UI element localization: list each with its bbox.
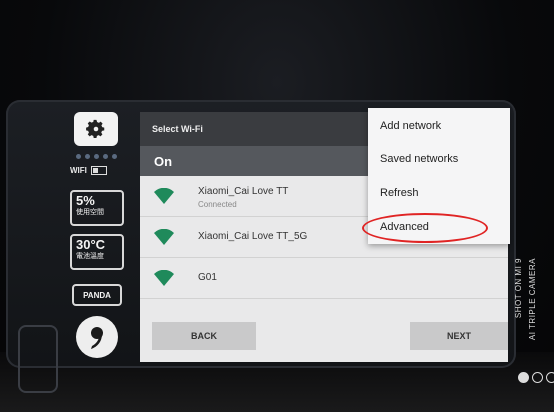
- comma-logo-icon: [91, 327, 103, 349]
- menu-item-saved-networks[interactable]: Saved networks: [380, 153, 458, 165]
- status-panel: WIFI 5% 使用空間 30°C 電池溫度 PANDA: [66, 108, 128, 360]
- network-name: Xiaomi_Cai Love TT_5G: [198, 231, 308, 242]
- camera-watermark-icon: [518, 372, 554, 383]
- wifi-toggle-state: On: [154, 154, 173, 169]
- page-title: Select Wi-Fi: [152, 124, 203, 134]
- wifi-label: WIFI: [70, 166, 87, 175]
- back-button[interactable]: BACK: [152, 322, 256, 350]
- temperature-value: 30°C: [76, 237, 106, 252]
- menu-item-refresh[interactable]: Refresh: [380, 187, 419, 199]
- wifi-signal-icon: [154, 188, 174, 204]
- watermark-line1: SHOT ON MI 9: [514, 258, 523, 319]
- device-side-slot: [18, 325, 58, 393]
- network-item[interactable]: G01: [140, 258, 508, 299]
- brand-badge: PANDA: [72, 284, 122, 306]
- back-button-label: BACK: [191, 331, 217, 341]
- page-indicator-dots: [76, 154, 117, 159]
- menu-item-add-network[interactable]: Add network: [380, 120, 441, 132]
- next-button[interactable]: NEXT: [410, 322, 508, 350]
- settings-button[interactable]: [74, 112, 118, 146]
- storage-label: 使用空間: [76, 209, 104, 216]
- temperature-stat: 30°C 電池溫度: [70, 234, 124, 270]
- highlight-circle: [362, 213, 488, 243]
- brand-label: PANDA: [83, 290, 111, 300]
- network-status: Connected: [198, 200, 237, 209]
- storage-stat: 5% 使用空間: [70, 190, 124, 226]
- battery-icon: [90, 166, 107, 175]
- watermark-line2: AI TRIPLE CAMERA: [528, 258, 537, 341]
- storage-value: 5%: [76, 193, 95, 208]
- next-button-label: NEXT: [446, 331, 471, 341]
- gear-icon: [86, 119, 105, 138]
- home-logo-button[interactable]: [76, 316, 118, 358]
- network-name: G01: [198, 272, 217, 283]
- wifi-status: WIFI: [70, 166, 107, 175]
- network-name: Xiaomi_Cai Love TT: [198, 186, 289, 197]
- wifi-signal-icon: [154, 270, 174, 286]
- temperature-label: 電池溫度: [76, 253, 104, 260]
- wifi-signal-icon: [154, 229, 174, 245]
